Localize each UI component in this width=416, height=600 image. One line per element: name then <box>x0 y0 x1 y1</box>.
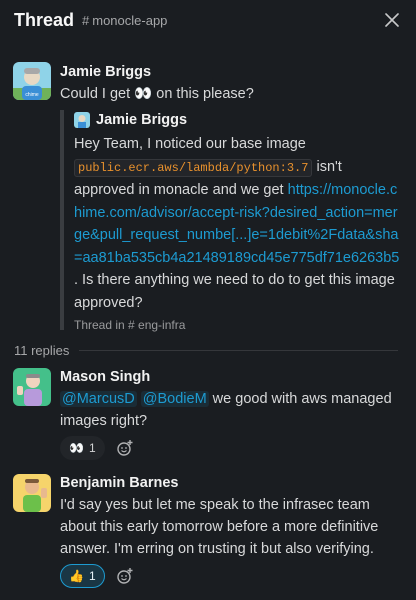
author-name[interactable]: Jamie Briggs <box>60 64 151 80</box>
add-reaction-button[interactable] <box>111 564 139 588</box>
replies-divider: 11 replies <box>14 343 398 358</box>
close-button[interactable] <box>380 8 404 32</box>
author-name[interactable]: Mason Singh <box>60 369 150 385</box>
add-reaction-button[interactable] <box>111 436 139 460</box>
mention-marcus[interactable]: @MarcusD <box>60 391 137 407</box>
avatar[interactable]: chime <box>13 62 51 100</box>
reply-message: Mason Singh @MarcusD @BodieM we good wit… <box>0 368 416 460</box>
reply-message: Benjamin Barnes I'd say yes but let me s… <box>0 474 416 594</box>
thumbs-up-reaction[interactable]: 👍 1 <box>60 564 105 588</box>
shared-text-3: . Is there anything we need to do to get… <box>74 272 395 311</box>
eyes-emoji: 👀 <box>134 86 153 102</box>
thread-title: Thread <box>14 9 75 30</box>
divider-line <box>79 350 398 351</box>
thumbs-up-emoji: 👍 <box>69 569 84 583</box>
hash-icon: # <box>82 12 90 28</box>
thread-header: Thread # monocle-app <box>0 0 416 40</box>
eyes-reaction[interactable]: 👀 1 <box>60 436 105 460</box>
message-text-start: Could I get <box>60 86 131 102</box>
shared-message: Jamie Briggs Hey Team, I noticed our bas… <box>60 110 400 332</box>
reactions-bar: 👍 1 <box>60 564 139 588</box>
eyes-emoji: 👀 <box>69 441 84 455</box>
mention-bodie[interactable]: @BodieM <box>140 391 209 407</box>
replies-count: 11 replies <box>14 343 70 358</box>
message-text: Could I get 👀 on this please? <box>60 83 254 105</box>
thread-source-link[interactable]: Thread in # eng-infra <box>74 318 400 332</box>
shared-avatar[interactable] <box>74 112 90 128</box>
shared-author-name[interactable]: Jamie Briggs <box>96 112 187 128</box>
author-name[interactable]: Benjamin Barnes <box>60 475 178 491</box>
close-icon <box>385 13 399 27</box>
reaction-count: 1 <box>88 569 96 583</box>
shared-message-body: Hey Team, I noticed our base image publi… <box>74 133 400 314</box>
channel-name: monocle-app <box>92 12 168 28</box>
svg-text:chime: chime <box>25 92 39 98</box>
channel-link[interactable]: # monocle-app <box>82 13 167 28</box>
add-emoji-icon <box>116 440 133 456</box>
shared-text-1: Hey Team, I noticed our base image <box>74 136 306 152</box>
reactions-bar: 👀 1 <box>60 436 139 460</box>
avatar[interactable] <box>13 368 51 406</box>
avatar[interactable] <box>13 474 51 512</box>
code-snippet: public.ecr.aws/lambda/python:3.7 <box>74 158 313 177</box>
message-text: @MarcusD @BodieM we good with aws manage… <box>60 388 396 432</box>
message-text-end: on this please? <box>156 86 254 102</box>
reaction-count: 1 <box>88 441 96 455</box>
message-text: I'd say yes but let me speak to the infr… <box>60 497 379 557</box>
shared-message-header: Jamie Briggs <box>74 110 400 130</box>
add-emoji-icon <box>116 568 133 584</box>
